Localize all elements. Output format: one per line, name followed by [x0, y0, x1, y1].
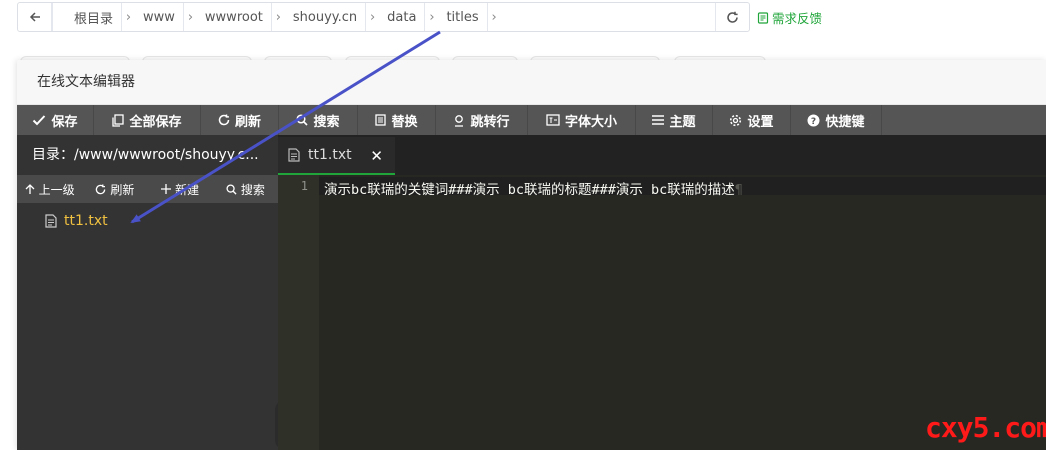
- copy-icon: [112, 113, 125, 127]
- check-icon: [33, 115, 46, 126]
- path-input-area[interactable]: [501, 3, 715, 31]
- save-all-label: 全部保存: [129, 114, 182, 130]
- font-size-icon: [546, 114, 560, 126]
- goto-line-button[interactable]: 跳转行: [436, 105, 528, 135]
- gear-icon: [730, 114, 742, 126]
- font-size-label: 字体大小: [564, 114, 617, 130]
- sidebar-toolbar: 上一级 刷新 新建 搜索: [17, 175, 278, 203]
- chevron-right-icon: ›: [121, 3, 135, 31]
- help-icon: ?: [807, 114, 820, 127]
- breadcrumb-label[interactable]: titles: [438, 10, 486, 25]
- feedback-icon: [757, 11, 769, 24]
- toolbar-filler: [882, 105, 1046, 135]
- file-sidebar: 目录：/www/wwwroot/shouyy.c... 上一级 刷新 新建 搜索…: [17, 135, 291, 450]
- settings-button[interactable]: 设置: [713, 105, 791, 135]
- editor-toolbar: 保存 全部保存 刷新 搜索 替换 跳转行 字体大小 主题 设置 ? 快捷键: [17, 105, 1046, 135]
- arrow-left-icon: [29, 12, 40, 22]
- chevron-right-icon: ›: [182, 3, 197, 31]
- path-refresh-button[interactable]: [715, 3, 749, 31]
- breadcrumb-label[interactable]: 根目录: [66, 8, 121, 27]
- parent-dir-button[interactable]: 上一级: [17, 175, 82, 203]
- replace-icon: [375, 114, 387, 126]
- replace-button[interactable]: 替换: [358, 105, 436, 135]
- file-icon: [288, 148, 300, 162]
- breadcrumb-label[interactable]: wwwroot: [197, 10, 271, 25]
- breadcrumb-label[interactable]: shouyy.cn: [285, 10, 365, 25]
- settings-label: 设置: [747, 114, 774, 130]
- background-tab-strip: [0, 36, 1046, 72]
- chevron-right-icon: ›: [486, 3, 501, 31]
- sidebar-refresh-button[interactable]: 刷新: [82, 175, 147, 203]
- save-all-button[interactable]: 全部保存: [94, 105, 201, 135]
- directory-path: 目录：/www/wwwroot/shouyy.c...: [32, 147, 259, 163]
- file-name[interactable]: tt1.txt: [64, 213, 108, 229]
- back-button[interactable]: [18, 3, 52, 31]
- parent-dir-label: 上一级: [38, 182, 75, 197]
- shortcuts-button[interactable]: ? 快捷键: [791, 105, 882, 135]
- save-label: 保存: [51, 114, 78, 130]
- new-file-label: 新建: [175, 182, 200, 197]
- refresh-label: 刷新: [234, 114, 261, 130]
- save-button[interactable]: 保存: [17, 105, 94, 135]
- chevron-right-icon: [52, 3, 66, 31]
- breadcrumb-label[interactable]: data: [379, 10, 424, 25]
- plus-icon: [161, 184, 172, 194]
- file-icon: [45, 214, 57, 228]
- goto-line-label: 跳转行: [470, 114, 510, 130]
- top-bar: 根目录 › www › wwwroot › shouyy.cn › data ›…: [0, 0, 1046, 36]
- editor-tab[interactable]: tt1.txt ✕: [278, 137, 395, 175]
- feedback-label[interactable]: 需求反馈: [772, 8, 822, 27]
- editor-tab-label: tt1.txt: [308, 147, 352, 163]
- line-number: 1: [300, 179, 308, 193]
- svg-text:?: ?: [811, 117, 816, 127]
- sidebar-search-label: 搜索: [240, 182, 265, 197]
- text-editor-modal: 在线文本编辑器 保存 全部保存 刷新 搜索 替换 跳转行 字体大小 主题 设置 …: [17, 60, 1046, 450]
- line-end-marker: ¶: [734, 182, 743, 198]
- new-file-button[interactable]: 新建: [148, 175, 213, 203]
- chevron-right-icon: ›: [365, 3, 379, 31]
- replace-label: 替换: [391, 114, 418, 130]
- sidebar-refresh-label: 刷新: [110, 182, 135, 197]
- search-icon: [226, 183, 237, 195]
- location-icon: [455, 114, 464, 127]
- breadcrumb-item[interactable]: › shouyy.cn: [270, 3, 365, 31]
- close-icon[interactable]: ✕: [370, 147, 383, 165]
- line-number-gutter: 1: [278, 175, 319, 450]
- search-icon: [296, 114, 309, 126]
- arrow-up-icon: [25, 183, 35, 194]
- search-button[interactable]: 搜索: [279, 105, 358, 135]
- path-bar: 根目录 › www › wwwroot › shouyy.cn › data ›…: [17, 2, 750, 32]
- code-editor[interactable]: 1 演示bc联瑞的关键词###演示 bc联瑞的标题###演示 bc联瑞的描述¶: [278, 175, 1046, 450]
- breadcrumb-item[interactable]: 根目录: [52, 3, 121, 31]
- search-label: 搜索: [313, 114, 340, 130]
- chevron-right-icon: ›: [270, 3, 285, 31]
- feedback-link[interactable]: 需求反馈: [757, 8, 822, 27]
- breadcrumb-item[interactable]: › www: [121, 3, 183, 31]
- breadcrumb-item[interactable]: › titles ›: [424, 3, 500, 31]
- refresh-icon: [218, 114, 230, 126]
- theme-button[interactable]: 主题: [636, 105, 713, 135]
- sidebar-search-button[interactable]: 搜索: [213, 175, 278, 203]
- shortcuts-label: 快捷键: [825, 114, 865, 130]
- editor-tab-bar: tt1.txt ✕: [278, 135, 1046, 175]
- refresh-icon: [96, 183, 106, 194]
- code-line[interactable]: 演示bc联瑞的关键词###演示 bc联瑞的标题###演示 bc联瑞的描述¶: [324, 178, 743, 198]
- modal-title: 在线文本编辑器: [17, 60, 1046, 105]
- refresh-icon: [727, 11, 738, 23]
- font-size-button[interactable]: 字体大小: [528, 105, 636, 135]
- menu-icon: [652, 115, 665, 125]
- chevron-right-icon: ›: [424, 3, 438, 31]
- refresh-button[interactable]: 刷新: [201, 105, 279, 135]
- file-tree-item[interactable]: tt1.txt: [45, 213, 108, 229]
- theme-label: 主题: [669, 114, 696, 130]
- watermark: cxy5.com: [925, 411, 1046, 444]
- breadcrumb-item[interactable]: › wwwroot: [182, 3, 271, 31]
- breadcrumb-item[interactable]: › data: [365, 3, 424, 31]
- code-text: 演示bc联瑞的关键词###演示 bc联瑞的标题###演示 bc联瑞的描述: [324, 182, 735, 198]
- breadcrumb: 根目录 › www › wwwroot › shouyy.cn › data ›…: [52, 3, 501, 31]
- breadcrumb-label[interactable]: www: [135, 10, 183, 25]
